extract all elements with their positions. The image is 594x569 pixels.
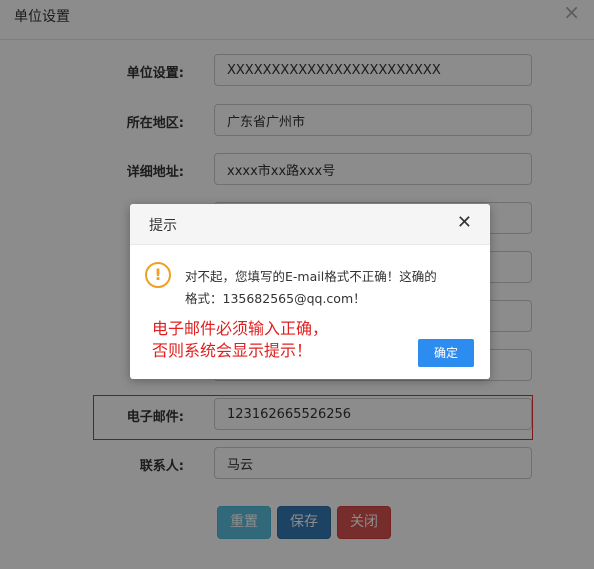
prompt-title: 提示 xyxy=(149,218,177,234)
prompt-message-line-2: 格式：135682565@qq.com！ xyxy=(185,291,366,306)
close-icon[interactable]: ✕ xyxy=(457,214,472,232)
prompt-header: 提示 ✕ xyxy=(130,204,490,245)
annotation-line-2: 否则系统会显示提示！ xyxy=(152,341,313,360)
confirm-button[interactable]: 确定 xyxy=(418,339,474,367)
annotation-line-1: 电子邮件必须输入正确， xyxy=(152,319,329,338)
prompt-message: 对不起，您填写的E-mail格式不正确！这确的 格式：135682565@qq.… xyxy=(185,266,477,310)
prompt-dialog: 提示 ✕ ! 对不起，您填写的E-mail格式不正确！这确的 格式：135682… xyxy=(130,204,490,379)
annotation-text: 电子邮件必须输入正确， 否则系统会显示提示！ xyxy=(152,318,392,362)
unit-settings-window: 单位设置 × 单位设置: 所在地区: 详细地址: 由 由 电子邮件: 联系人: xyxy=(0,0,594,569)
prompt-message-line-1: 对不起，您填写的E-mail格式不正确！这确的 xyxy=(185,269,437,284)
warning-icon: ! xyxy=(145,262,171,288)
